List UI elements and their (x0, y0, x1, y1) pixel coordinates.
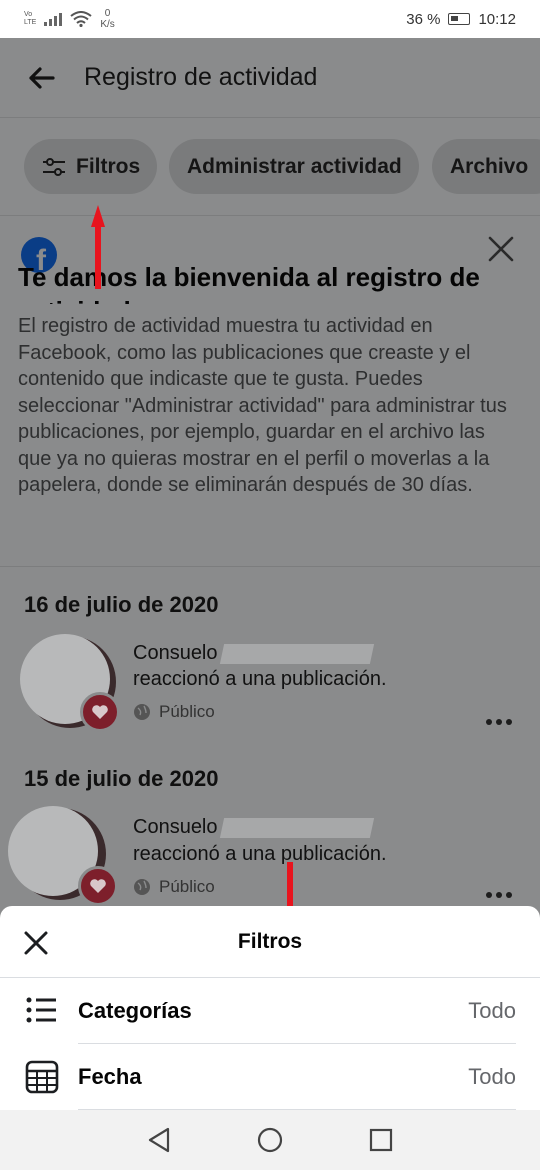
more-options-icon[interactable] (486, 892, 512, 898)
filter-chips-row: Filtros Administrar actividad Archivo (0, 118, 540, 216)
activity-item[interactable]: Consuelo reaccionó a una publicación. Pú… (0, 806, 540, 916)
categories-value: Todo (468, 998, 516, 1023)
back-triangle-icon[interactable] (147, 1127, 171, 1153)
network-bottom-label: LTE (24, 19, 37, 26)
network-type: Vo LTE (24, 11, 36, 27)
welcome-card: f Te damos la bienvenida al registro de … (0, 216, 540, 567)
battery-percent: 36 % (406, 10, 441, 28)
heart-icon (80, 692, 120, 732)
network-top-label: Vo (24, 11, 33, 18)
privacy-label: Público (133, 877, 215, 897)
filters-chip[interactable]: Filtros (24, 139, 157, 194)
sheet-header: Filtros (0, 906, 540, 978)
signal-icon (44, 12, 63, 26)
globe-icon (134, 879, 150, 895)
activity-text: reaccionó a una publicación. (133, 668, 387, 690)
actor-name: Consuelo (133, 642, 374, 665)
categories-label: Categorías (78, 998, 192, 1023)
speed-value: 0 (104, 8, 111, 19)
page-title: Registro de actividad (84, 63, 318, 91)
clock: 10:12 (478, 10, 516, 28)
network-speed: 0 K/s (100, 8, 114, 30)
list-icon (25, 994, 57, 1031)
manage-activity-chip[interactable]: Administrar actividad (169, 139, 419, 194)
date-heading: 16 de julio de 2020 (24, 592, 219, 617)
redaction (219, 817, 374, 838)
heart-icon (78, 866, 118, 906)
activity-item[interactable]: Consuelo reaccionó a una publicación. Pú… (0, 634, 540, 744)
filters-chip-label: Filtros (76, 154, 141, 178)
date-filter-row[interactable]: Fecha Todo (0, 1044, 540, 1110)
speed-unit: K/s (100, 19, 115, 30)
recents-square-icon[interactable] (369, 1128, 393, 1152)
manage-activity-chip-label: Administrar actividad (187, 154, 402, 178)
more-options-icon[interactable] (486, 719, 512, 725)
status-bar: Vo LTE 0 K/s 36 % 10:12 (0, 0, 540, 38)
categories-filter-row[interactable]: Categorías Todo (0, 978, 540, 1044)
actor-name: Consuelo (133, 816, 374, 839)
privacy-label: Público (133, 702, 215, 722)
date-heading: 15 de julio de 2020 (24, 766, 219, 791)
annotation-arrow-up-icon (91, 205, 105, 289)
archive-chip-label: Archivo (450, 154, 529, 178)
globe-icon (134, 704, 150, 720)
welcome-body: El registro de actividad muestra tu acti… (18, 315, 507, 496)
wifi-icon (70, 11, 92, 27)
date-value: Todo (468, 1064, 516, 1089)
redaction (219, 643, 374, 664)
back-arrow-icon[interactable] (26, 63, 56, 93)
archive-chip[interactable]: Archivo (432, 139, 540, 194)
filters-bottom-sheet: Filtros Categorías Todo Fecha Todo (0, 906, 540, 1110)
date-label: Fecha (78, 1064, 142, 1089)
home-circle-icon[interactable] (257, 1127, 283, 1153)
sheet-title: Filtros (237, 930, 303, 953)
system-navigation-bar (0, 1110, 540, 1170)
activity-text: reaccionó a una publicación. (133, 843, 387, 865)
sliders-icon (42, 157, 66, 177)
app-header: Registro de actividad (0, 38, 540, 118)
calendar-icon (25, 1060, 59, 1099)
battery-icon (448, 13, 471, 25)
